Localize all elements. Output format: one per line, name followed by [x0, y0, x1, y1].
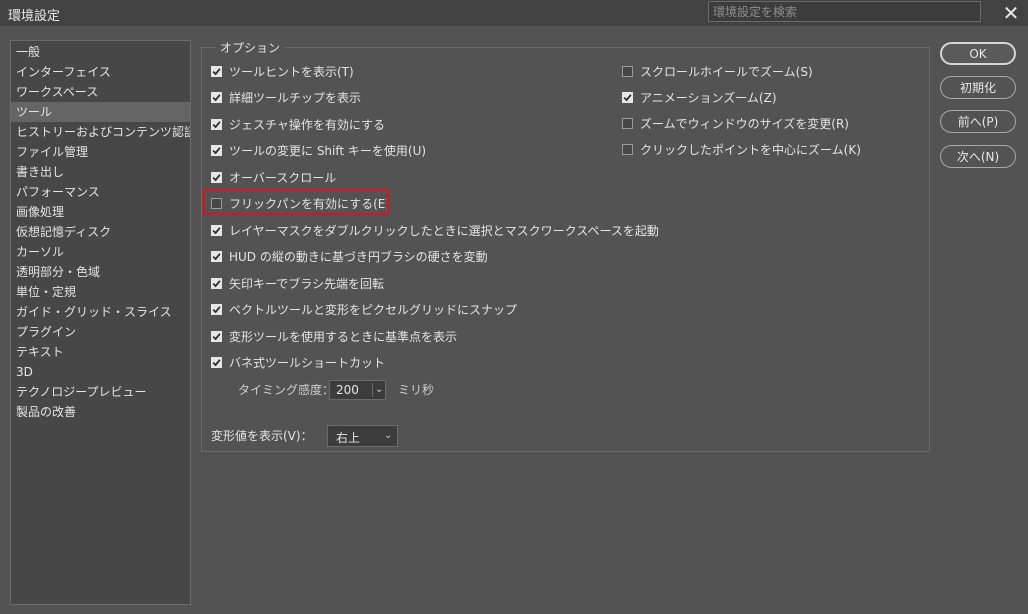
option-checkbox-row[interactable]: ツールヒントを表示(T): [211, 61, 354, 81]
option-label: ベクトルツールと変形をピクセルグリッドにスナップ: [229, 303, 518, 317]
option-checkbox-row[interactable]: ズームでウィンドウのサイズを変更(R): [622, 113, 849, 133]
option-label: ズームでウィンドウのサイズを変更(R): [640, 116, 849, 131]
window-title: 環境設定: [8, 9, 61, 24]
checkbox-checked-icon[interactable]: [622, 91, 633, 103]
option-checkbox-row[interactable]: HUD の縦の動きに基づき円ブラシの硬さを変動: [211, 247, 488, 267]
sidebar-item[interactable]: ガイド・グリッド・スライス: [11, 302, 190, 322]
checkbox-checked-icon[interactable]: [211, 171, 222, 183]
option-checkbox-row[interactable]: クリックしたポイントを中心にズーム(K): [622, 139, 861, 159]
sidebar-item[interactable]: 一般: [11, 42, 190, 62]
checkbox-unchecked-icon[interactable]: [622, 65, 633, 77]
option-checkbox-row[interactable]: レイヤーマスクをダブルクリックしたときに選択とマスクワークスペースを起動: [211, 220, 659, 240]
transform-values-select[interactable]: 右上 ⌄: [327, 425, 398, 447]
checkbox-checked-icon[interactable]: [211, 330, 222, 342]
sidebar-item[interactable]: ワークスペース: [11, 82, 190, 102]
timing-sensitivity-label: タイミング感度：: [238, 383, 335, 397]
search-input[interactable]: [708, 1, 981, 22]
option-checkbox-row[interactable]: アニメーションズーム(Z): [622, 87, 777, 107]
sidebar-item[interactable]: 仮想記憶ディスク: [11, 222, 190, 242]
option-label: レイヤーマスクをダブルクリックしたときに選択とマスクワークスペースを起動: [229, 223, 659, 238]
option-label: オーバースクロール: [229, 170, 337, 185]
option-checkbox-row[interactable]: 詳細ツールチップを表示: [211, 88, 361, 108]
sidebar-item[interactable]: 3D: [11, 362, 190, 382]
timing-sensitivity-select[interactable]: 200 ⌄: [329, 380, 386, 400]
option-checkbox-row[interactable]: スクロールホイールでズーム(S): [622, 61, 813, 81]
checkbox-checked-icon[interactable]: [211, 92, 222, 103]
timing-unit-label: ミリ秒: [398, 383, 435, 397]
sidebar-item[interactable]: カーソル: [11, 242, 190, 262]
checkbox-checked-icon[interactable]: [211, 145, 222, 156]
checkbox-unchecked-icon[interactable]: [211, 198, 222, 209]
next-button[interactable]: 次へ(N): [940, 145, 1016, 168]
sidebar-item[interactable]: 製品の改善: [11, 402, 190, 422]
sidebar-item[interactable]: ツール: [11, 102, 190, 122]
option-label: クリックしたポイントを中心にズーム(K): [640, 142, 861, 157]
chevron-down-icon: ⌄: [384, 430, 393, 441]
option-label: スクロールホイールでズーム(S): [640, 64, 813, 79]
option-label: アニメーションズーム(Z): [640, 90, 777, 105]
checkbox-checked-icon[interactable]: [211, 304, 222, 315]
prev-button[interactable]: 前へ(P): [940, 110, 1016, 133]
option-checkbox-row[interactable]: オーバースクロール: [211, 167, 336, 187]
transform-values-value: 右上: [336, 431, 361, 445]
options-group-title: オプション: [215, 39, 286, 56]
category-sidebar: 一般インターフェイスワークスペースツールヒストリーおよびコンテンツ認証情報ファイ…: [10, 40, 191, 605]
sidebar-item[interactable]: 透明部分・色域: [11, 262, 190, 282]
sidebar-item[interactable]: 画像処理: [11, 202, 190, 222]
option-checkbox-row[interactable]: フリックパンを有効にする(E): [211, 194, 390, 214]
option-label: 変形ツールを使用するときに基準点を表示: [229, 329, 458, 344]
sidebar-item[interactable]: プラグイン: [11, 322, 190, 342]
checkbox-checked-icon[interactable]: [211, 224, 222, 236]
title-bar: 環境設定 ✕: [0, 0, 1028, 26]
sidebar-item[interactable]: テクノロジープレビュー: [11, 382, 190, 402]
option-label: 矢印キーでブラシ先端を回転: [229, 276, 385, 291]
transform-values-label: 変形値を表示(V)：: [211, 429, 313, 443]
close-icon[interactable]: ✕: [1000, 2, 1022, 24]
checkbox-checked-icon[interactable]: [211, 277, 222, 289]
sidebar-item[interactable]: テキスト: [11, 342, 190, 362]
checkbox-checked-icon[interactable]: [211, 251, 222, 262]
checkbox-checked-icon[interactable]: [211, 357, 222, 368]
option-label: ジェスチャ操作を有効にする: [229, 117, 386, 132]
option-checkbox-row[interactable]: ツールの変更に Shift キーを使用(U): [211, 141, 426, 161]
checkbox-checked-icon[interactable]: [211, 65, 222, 77]
checkbox-unchecked-icon[interactable]: [622, 117, 633, 129]
option-label: ツールヒントを表示(T): [229, 64, 354, 79]
ok-button[interactable]: OK: [940, 42, 1016, 65]
sidebar-item[interactable]: インターフェイス: [11, 62, 190, 82]
option-checkbox-row[interactable]: ベクトルツールと変形をピクセルグリッドにスナップ: [211, 300, 517, 320]
option-label: HUD の縦の動きに基づき円ブラシの硬さを変動: [229, 250, 488, 264]
option-label: バネ式ツールショートカット: [229, 356, 386, 370]
option-checkbox-row[interactable]: バネ式ツールショートカット: [211, 353, 385, 373]
checkbox-checked-icon[interactable]: [211, 118, 222, 130]
sidebar-item[interactable]: 単位・定規: [11, 282, 190, 302]
option-checkbox-row[interactable]: 変形ツールを使用するときに基準点を表示: [211, 326, 457, 346]
checkbox-unchecked-icon[interactable]: [622, 143, 633, 155]
sidebar-item[interactable]: パフォーマンス: [11, 182, 190, 202]
option-checkbox-row[interactable]: 矢印キーでブラシ先端を回転: [211, 273, 384, 293]
sidebar-item[interactable]: ファイル管理: [11, 142, 190, 162]
chevron-down-icon: ⌄: [375, 384, 384, 395]
timing-sensitivity-value: 200: [336, 383, 359, 397]
option-label: 詳細ツールチップを表示: [229, 91, 362, 105]
reset-button[interactable]: 初期化: [940, 76, 1016, 99]
sidebar-item[interactable]: 書き出し: [11, 162, 190, 182]
sidebar-item[interactable]: ヒストリーおよびコンテンツ認証情報: [11, 122, 190, 142]
select-divider: [372, 383, 373, 397]
option-label: フリックパンを有効にする(E): [229, 197, 391, 211]
option-checkbox-row[interactable]: ジェスチャ操作を有効にする: [211, 114, 385, 134]
option-label: ツールの変更に Shift キーを使用(U): [229, 144, 427, 158]
